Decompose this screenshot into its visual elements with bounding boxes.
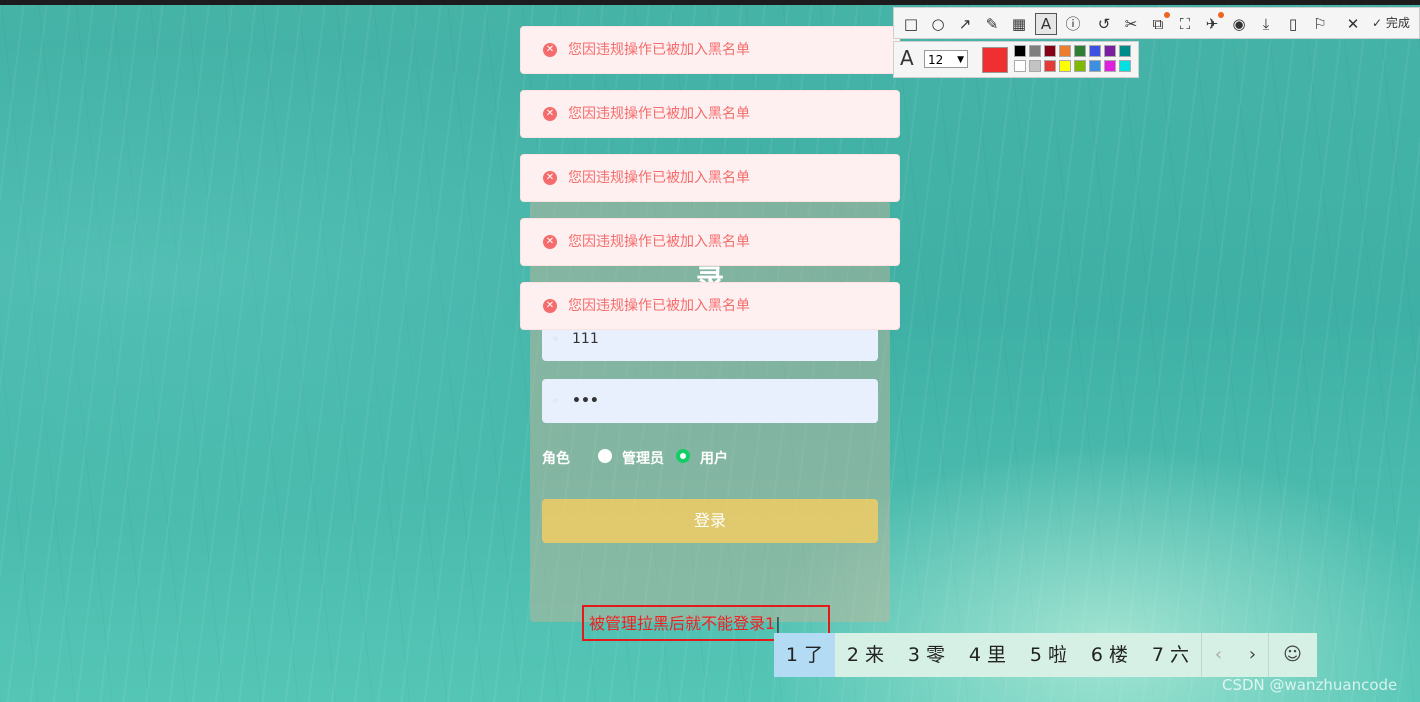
current-color-swatch[interactable] (982, 47, 1008, 73)
color-swatch[interactable] (1104, 45, 1116, 57)
text-style-bar: A 12 ▼ (893, 41, 1139, 78)
color-swatch[interactable] (1089, 60, 1101, 72)
ime-candidate[interactable]: 2 来 (835, 633, 896, 677)
ime-candidate[interactable]: 5 啦 (1018, 633, 1079, 677)
username-value: 111 (572, 331, 599, 347)
error-message-text: 您因违规操作已被加入黑名单 (568, 42, 750, 58)
color-swatch[interactable] (1074, 45, 1086, 57)
error-message: ✕ 您因违规操作已被加入黑名单 (520, 154, 900, 202)
color-swatch[interactable] (1059, 45, 1071, 57)
error-icon: ✕ (543, 299, 557, 313)
password-field[interactable]: ◦ ••• (542, 379, 878, 423)
done-button[interactable]: ✓ 完成 (1372, 8, 1410, 38)
watermark: CSDN @wanzhuancode (1222, 676, 1398, 694)
ime-candidate[interactable]: 3 零 (896, 633, 957, 677)
color-swatch[interactable] (1014, 60, 1026, 72)
error-icon: ✕ (543, 171, 557, 185)
ime-candidate[interactable]: 4 里 (957, 633, 1018, 677)
arrow-icon[interactable]: ↗ (954, 13, 976, 35)
color-swatch[interactable] (1059, 60, 1071, 72)
color-swatch[interactable] (1074, 60, 1086, 72)
text-cursor: | (775, 614, 781, 633)
error-icon: ✕ (543, 235, 557, 249)
font-size-select[interactable]: 12 ▼ (924, 50, 968, 68)
new-badge (1218, 12, 1224, 18)
error-message-text: 您因违规操作已被加入黑名单 (568, 170, 750, 186)
long-screenshot-icon[interactable]: ▯ (1282, 13, 1304, 35)
ime-candidate-bar: 1 了 2 来 3 零 4 里 5 啦 6 楼 7 六 ‹ › ☺ (774, 633, 1317, 677)
scroll-capture-icon[interactable]: ⛶ (1174, 13, 1196, 35)
error-message: ✕ 您因违规操作已被加入黑名单 (520, 90, 900, 138)
lock-icon: ◦ (552, 394, 560, 408)
role-label: 角色 (542, 451, 570, 467)
chevron-down-icon: ▼ (957, 55, 964, 65)
rectangle-icon[interactable]: □ (900, 13, 922, 35)
ime-candidate[interactable]: 6 楼 (1079, 633, 1140, 677)
annotation-text: 被管理拉黑后就不能登录1 (589, 614, 776, 633)
check-icon: ✓ (1372, 16, 1383, 30)
close-icon[interactable]: ✕ (1342, 13, 1364, 35)
number-icon[interactable]: ⓘ (1062, 13, 1084, 35)
error-message-text: 您因违规操作已被加入黑名单 (568, 106, 750, 122)
next-page-icon[interactable]: › (1236, 633, 1269, 677)
ellipse-icon[interactable]: ○ (927, 13, 949, 35)
screenshot-toolbar: □ ○ ↗ ✎ ▦ A ⓘ ↺ ✂ ⧉ ⛶ ✈ ◉ ⤓ ▯ ⚐ ✕ ✓ 完成 (893, 7, 1420, 39)
color-swatch[interactable] (1029, 45, 1041, 57)
window-top-border (0, 0, 1420, 5)
error-message: ✕ 您因违规操作已被加入黑名单 (520, 26, 900, 74)
font-icon: A (900, 46, 914, 70)
record-icon[interactable]: ◉ (1228, 13, 1250, 35)
color-swatch[interactable] (1119, 45, 1131, 57)
text-icon[interactable]: A (1035, 13, 1057, 35)
undo-icon[interactable]: ↺ (1093, 13, 1115, 35)
password-value: ••• (572, 393, 599, 409)
pencil-icon[interactable]: ✎ (981, 13, 1003, 35)
ime-candidate[interactable]: 7 六 (1140, 633, 1201, 677)
error-message-text: 您因违规操作已被加入黑名单 (568, 298, 750, 314)
error-message: ✕ 您因违规操作已被加入黑名单 (520, 218, 900, 266)
login-button[interactable]: 登录 (542, 499, 878, 543)
radio-admin[interactable] (598, 449, 612, 463)
role-option-admin[interactable]: 管理员 (622, 449, 664, 469)
radio-user[interactable] (676, 449, 690, 463)
color-swatch[interactable] (1044, 60, 1056, 72)
error-icon: ✕ (543, 107, 557, 121)
error-message: ✕ 您因违规操作已被加入黑名单 (520, 282, 900, 330)
font-size-value: 12 (928, 53, 944, 67)
color-swatch[interactable] (1044, 45, 1056, 57)
color-swatch[interactable] (1104, 60, 1116, 72)
mosaic-icon[interactable]: ▦ (1008, 13, 1030, 35)
role-option-user[interactable]: 用户 (700, 449, 728, 469)
color-swatch[interactable] (1119, 60, 1131, 72)
color-swatch[interactable] (1089, 45, 1101, 57)
divider (1268, 633, 1269, 677)
bookmark-icon[interactable]: ⚐ (1309, 13, 1331, 35)
new-badge (1164, 12, 1170, 18)
color-swatch[interactable] (1029, 60, 1041, 72)
error-message-text: 您因违规操作已被加入黑名单 (568, 234, 750, 250)
prev-page-icon[interactable]: ‹ (1202, 633, 1235, 677)
error-icon: ✕ (543, 43, 557, 57)
done-label: 完成 (1385, 16, 1410, 30)
color-swatch[interactable] (1014, 45, 1026, 57)
download-icon[interactable]: ⤓ (1255, 13, 1277, 35)
crop-icon[interactable]: ✂ (1120, 13, 1142, 35)
ime-candidate[interactable]: 1 了 (774, 633, 835, 677)
emoji-icon[interactable]: ☺ (1276, 633, 1309, 677)
